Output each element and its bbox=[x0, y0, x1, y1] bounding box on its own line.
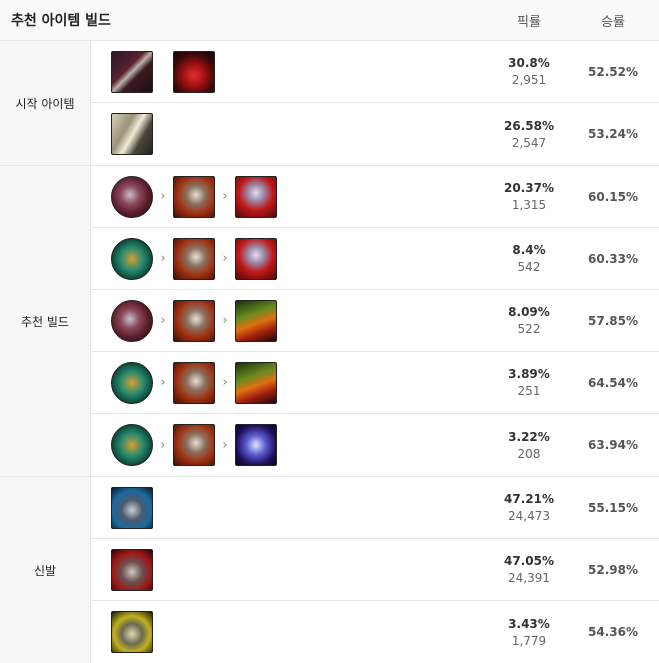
blue-boots-item-icon[interactable] bbox=[111, 486, 153, 529]
table-row: › › 8.09% 522 57.85% bbox=[91, 290, 659, 352]
chevron-right-icon: › bbox=[160, 375, 166, 390]
gauntlet-item-icon[interactable] bbox=[111, 299, 153, 342]
axe-item-icon[interactable] bbox=[173, 299, 215, 342]
pick-rate: 47.05% bbox=[504, 554, 554, 568]
axe-item-icon[interactable] bbox=[173, 424, 215, 466]
gold-boots-item-icon[interactable] bbox=[111, 611, 153, 653]
table-row: › › 8.4% 542 60.33% bbox=[91, 228, 659, 290]
chevron-right-icon: › bbox=[222, 189, 228, 204]
axe-item-icon[interactable] bbox=[173, 175, 215, 218]
pick-rate: 3.43% bbox=[508, 616, 550, 631]
cloak-item-icon[interactable] bbox=[111, 361, 153, 404]
pick-rate: 3.22% bbox=[508, 429, 550, 444]
win-rate: 57.85% bbox=[588, 313, 638, 328]
table-row: › › 3.22% 208 63.94% bbox=[91, 414, 659, 476]
spear-item-icon[interactable] bbox=[235, 424, 277, 466]
win-rate: 64.54% bbox=[588, 375, 638, 390]
cloak-item-icon[interactable] bbox=[111, 424, 153, 466]
shield-item-icon[interactable] bbox=[111, 113, 153, 155]
pick-count: 2,951 bbox=[511, 73, 547, 87]
pick-rate: 47.21% bbox=[504, 492, 554, 506]
gauntlet-item-icon[interactable] bbox=[111, 175, 153, 218]
win-rate: 60.15% bbox=[588, 189, 638, 204]
pick-rate: 30.8% bbox=[508, 56, 550, 70]
pick-rate: 20.37% bbox=[504, 181, 554, 195]
axe-item-icon[interactable] bbox=[173, 361, 215, 404]
pick-count: 24,473 bbox=[508, 509, 550, 523]
pick-count: 542 bbox=[517, 260, 541, 274]
pick-count: 1,315 bbox=[511, 198, 547, 212]
pick-count: 2,547 bbox=[511, 135, 547, 150]
cloak-item-icon[interactable] bbox=[111, 237, 153, 280]
pick-rate: 26.58% bbox=[504, 118, 554, 133]
pick-rate: 8.09% bbox=[508, 305, 550, 319]
pick-rate: 3.89% bbox=[508, 367, 550, 381]
group-label: 시작 아이템 bbox=[0, 41, 91, 165]
pick-count: 522 bbox=[517, 322, 541, 336]
group-boots: 신발 47.21% 24,473 55.15% 47.05% 24,391 52.9… bbox=[0, 477, 659, 663]
win-rate-header[interactable]: 승률 bbox=[567, 11, 659, 30]
sword-item-icon[interactable] bbox=[111, 50, 153, 93]
potion-item-icon[interactable] bbox=[173, 50, 215, 93]
table-row: 47.05% 24,391 52.98% bbox=[91, 539, 659, 601]
group-recommended-build: 추천 빌드 › › 20.37% 1,315 60.15% › › 8.4% 5… bbox=[0, 166, 659, 477]
win-rate: 63.94% bbox=[588, 438, 638, 452]
win-rate: 55.15% bbox=[588, 500, 638, 515]
table-row: 3.43% 1,779 54.36% bbox=[91, 601, 659, 663]
axe-item-icon[interactable] bbox=[173, 237, 215, 280]
pick-rate-header[interactable]: 픽률 bbox=[491, 11, 567, 30]
group-label: 추천 빌드 bbox=[0, 166, 91, 476]
table-row: › › 20.37% 1,315 60.15% bbox=[91, 166, 659, 228]
chevron-right-icon: › bbox=[160, 189, 166, 204]
win-rate: 54.36% bbox=[588, 625, 638, 639]
chevron-right-icon: › bbox=[222, 375, 228, 390]
win-rate: 53.24% bbox=[588, 127, 638, 141]
pick-count: 1,779 bbox=[511, 633, 547, 648]
table-row: 26.58% 2,547 53.24% bbox=[91, 103, 659, 165]
table-header: 추천 아이템 빌드 픽률 승률 bbox=[0, 0, 659, 41]
fist-item-icon[interactable] bbox=[235, 175, 277, 218]
chevron-right-icon: › bbox=[160, 437, 166, 453]
pick-rate: 8.4% bbox=[512, 243, 546, 257]
win-rate: 60.33% bbox=[588, 251, 638, 266]
chevron-right-icon: › bbox=[222, 437, 228, 453]
group-start-items: 시작 아이템 30.8% 2,951 52.52% 26.58% 2,547 53.… bbox=[0, 41, 659, 166]
flame-item-icon[interactable] bbox=[235, 299, 277, 342]
table-row: 47.21% 24,473 55.15% bbox=[91, 477, 659, 539]
chevron-right-icon: › bbox=[222, 313, 228, 328]
table-row: › › 3.89% 251 64.54% bbox=[91, 352, 659, 414]
pick-count: 251 bbox=[517, 384, 541, 398]
section-title: 추천 아이템 빌드 bbox=[11, 13, 111, 29]
group-label: 신발 bbox=[0, 477, 91, 663]
pick-count: 208 bbox=[517, 446, 541, 461]
item-build-table: 추천 아이템 빌드 픽률 승률 시작 아이템 30.8% 2,951 52.52%… bbox=[0, 0, 659, 663]
table-row: 30.8% 2,951 52.52% bbox=[91, 41, 659, 103]
flame-item-icon[interactable] bbox=[235, 361, 277, 404]
red-boots-item-icon[interactable] bbox=[111, 548, 153, 591]
chevron-right-icon: › bbox=[160, 251, 166, 266]
win-rate: 52.52% bbox=[588, 64, 638, 79]
chevron-right-icon: › bbox=[160, 313, 166, 328]
fist-item-icon[interactable] bbox=[235, 237, 277, 280]
pick-count: 24,391 bbox=[508, 571, 550, 585]
win-rate: 52.98% bbox=[588, 562, 638, 577]
chevron-right-icon: › bbox=[222, 251, 228, 266]
